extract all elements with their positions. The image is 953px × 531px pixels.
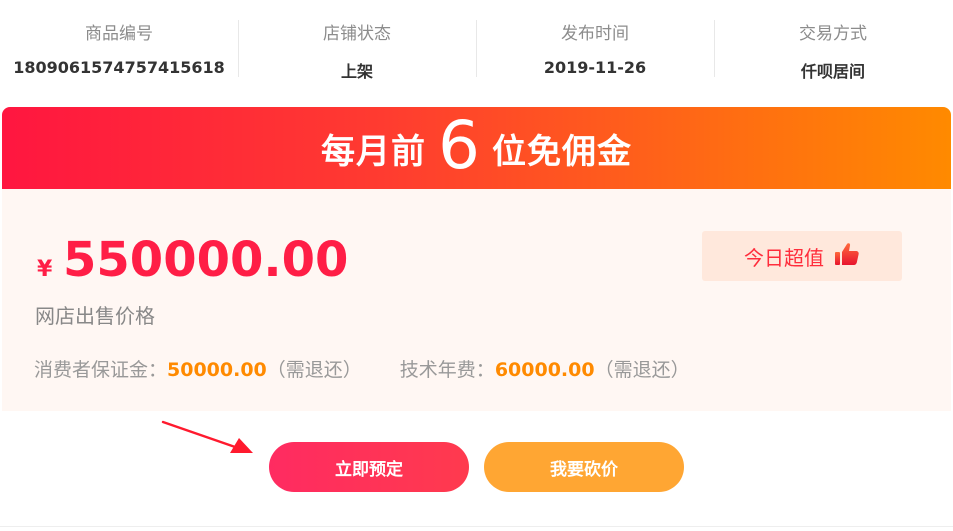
info-publish-date: 发布时间 2019-11-26 — [476, 0, 714, 95]
info-shop-status: 店铺状态 上架 — [238, 0, 476, 95]
info-value: 2019-11-26 — [543, 58, 647, 77]
banner-number: 6 — [438, 107, 480, 184]
info-label: 商品编号 — [85, 24, 153, 44]
info-value: 上架 — [340, 62, 373, 81]
tech-fee-value: 60000.00 — [494, 359, 595, 381]
info-product-id: 商品编号 1809061574757415618 — [0, 0, 238, 95]
deal-badge: 今日超值 — [702, 231, 902, 281]
thumbs-up-icon — [834, 242, 860, 271]
info-label: 店铺状态 — [323, 24, 391, 44]
banner-suffix: 位免佣金 — [492, 131, 632, 172]
product-info-row: 商品编号 1809061574757415618 店铺状态 上架 发布时间 20… — [0, 0, 953, 95]
tech-fee-note: （需退还） — [594, 359, 690, 381]
info-label: 交易方式 — [799, 24, 867, 44]
bargain-button[interactable]: 我要砍价 — [484, 442, 684, 492]
divider — [0, 526, 953, 527]
banner-prefix: 每月前 — [321, 131, 426, 172]
info-value: 仟呗居间 — [800, 62, 865, 81]
deposit-note: （需退还） — [266, 359, 362, 381]
promo-banner: 每月前 6 位免佣金 — [2, 107, 951, 189]
price-amount: 550000.00 — [63, 232, 349, 288]
info-value: 1809061574757415618 — [13, 58, 225, 77]
info-label: 发布时间 — [561, 24, 629, 44]
deposit-value: 50000.00 — [167, 359, 267, 381]
currency-symbol: ¥ — [37, 257, 53, 282]
tech-fee-label: 技术年费： — [399, 359, 495, 381]
info-trade-method: 交易方式 仟呗居间 — [714, 0, 952, 95]
pointer-arrow-icon — [161, 420, 253, 453]
deposit-label: 消费者保证金： — [34, 359, 168, 381]
fees-line: 消费者保证金：50000.00（需退还） 技术年费：60000.00（需退还） — [34, 355, 690, 382]
reserve-now-button[interactable]: 立即预定 — [269, 442, 469, 492]
price-label: 网店出售价格 — [35, 304, 155, 328]
badge-label: 今日超值 — [744, 245, 824, 270]
